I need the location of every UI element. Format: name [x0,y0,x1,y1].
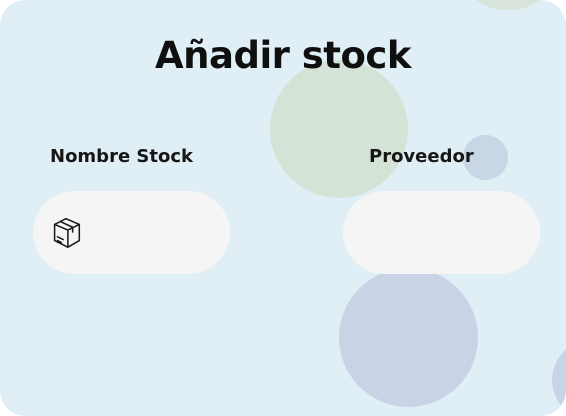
decorative-bubble [466,0,550,10]
page-title: Añadir stock [155,34,411,77]
package-box-icon [53,217,81,248]
stock-name-input[interactable] [95,191,219,276]
supplier-input[interactable] [367,191,521,276]
supplier-label: Proveedor [369,146,474,167]
stock-name-field[interactable] [33,191,230,276]
supplier-field[interactable] [343,191,540,276]
stock-name-label: Nombre Stock [50,146,193,167]
add-stock-card: Añadir stock Nombre Stock Proveedor [0,0,566,416]
decorative-bubble [339,268,478,407]
decorative-bubble [552,340,566,416]
decorative-bubble [270,60,408,198]
